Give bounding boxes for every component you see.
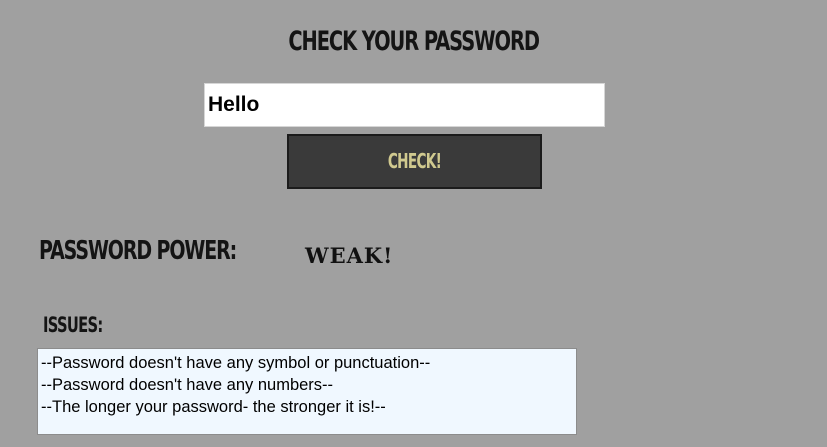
issue-item: --Password doesn't have any numbers--	[41, 376, 334, 394]
password-input[interactable]	[204, 83, 605, 127]
password-power-label: PASSWORD POWER:	[39, 236, 237, 266]
issue-item: --Password doesn't have any symbol or pu…	[41, 354, 431, 372]
check-button[interactable]: CHECK!	[287, 134, 542, 189]
issues-label: ISSUES:	[43, 313, 103, 337]
issue-item: --The longer your password- the stronger…	[41, 398, 386, 416]
issues-list: --Password doesn't have any symbol or pu…	[37, 348, 577, 435]
check-button-label: CHECK!	[387, 149, 442, 173]
page-title: CHECK YOUR PASSWORD	[288, 26, 540, 57]
password-power-value: WEAK!	[305, 243, 394, 268]
